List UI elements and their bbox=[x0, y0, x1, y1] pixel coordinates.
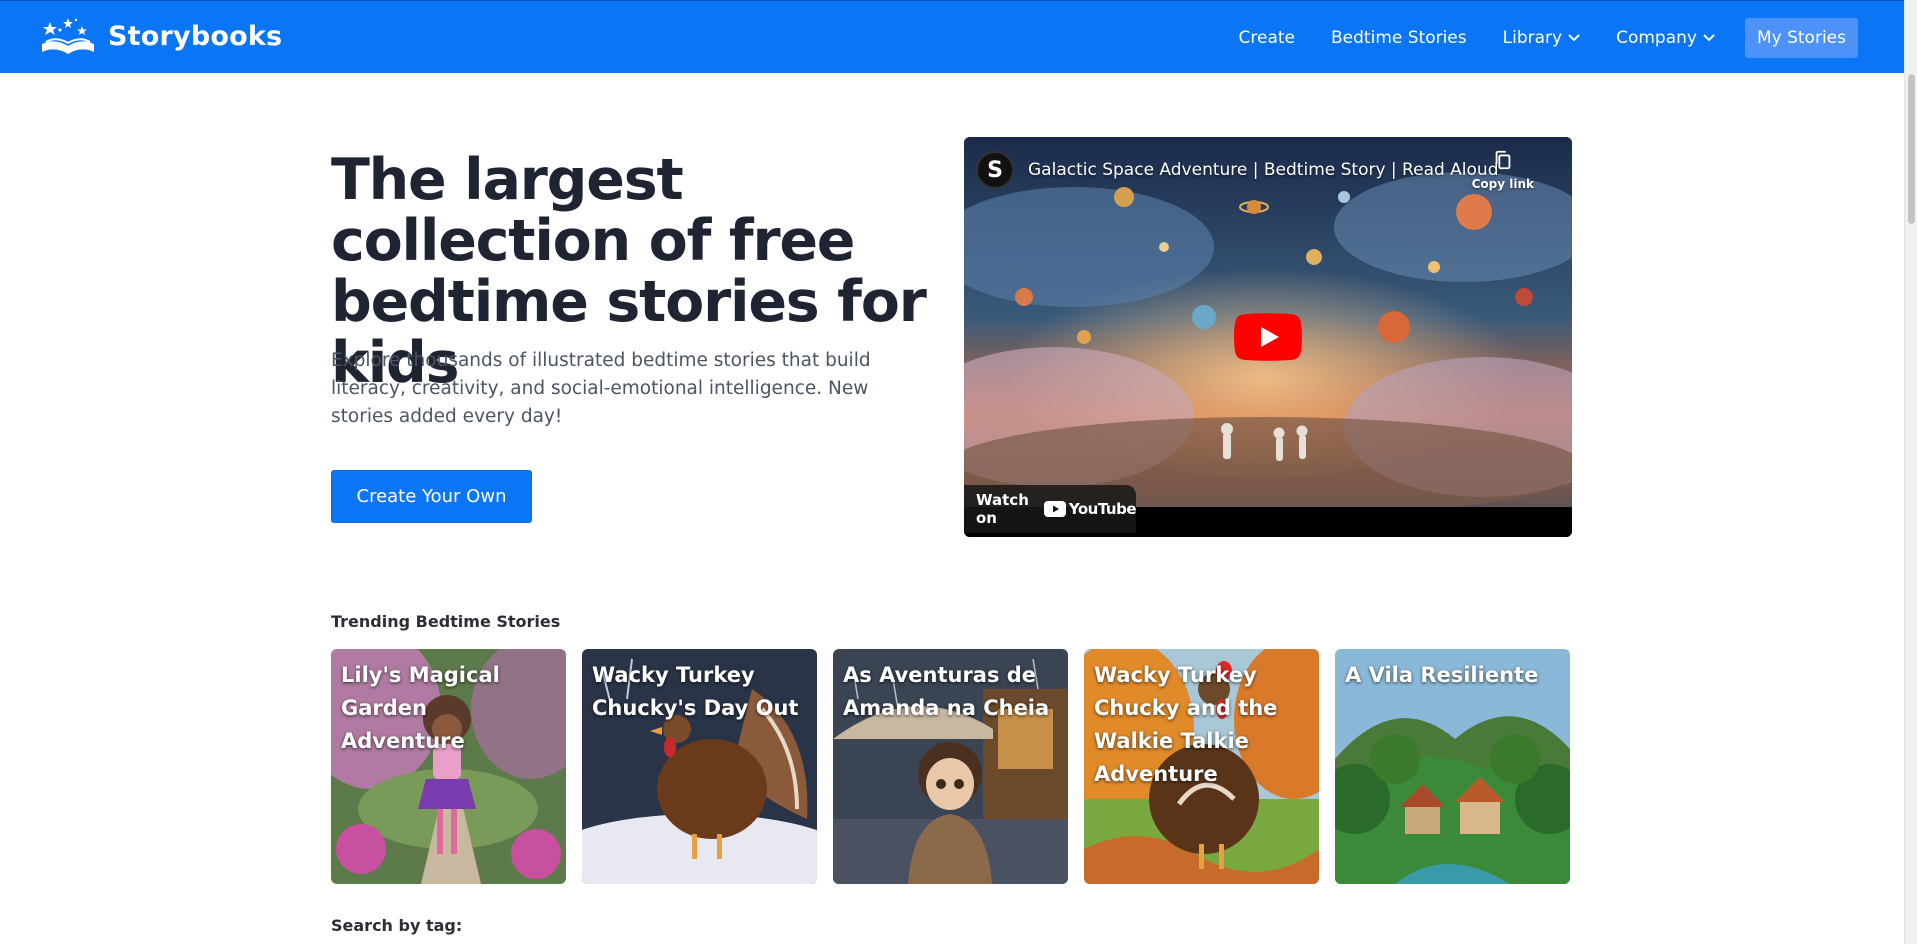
brand-home-link[interactable]: Storybooks bbox=[38, 16, 282, 56]
create-your-own-button[interactable]: Create Your Own bbox=[331, 470, 532, 523]
copy-icon bbox=[1495, 150, 1511, 170]
youtube-play-logo-icon bbox=[1043, 501, 1066, 517]
nav-library-label: Library bbox=[1502, 28, 1563, 48]
scrollbar-thumb[interactable] bbox=[1908, 74, 1915, 224]
youtube-logo: YouTube bbox=[1043, 500, 1137, 518]
nav-company-label: Company bbox=[1616, 28, 1697, 48]
story-title: A Vila Resiliente bbox=[1345, 663, 1539, 687]
watch-on-youtube-link[interactable]: Watch on YouTube bbox=[964, 485, 1137, 533]
trending-heading: Trending Bedtime Stories bbox=[331, 612, 561, 631]
youtube-wordmark: YouTube bbox=[1068, 500, 1137, 518]
video-title[interactable]: Galactic Space Adventure | Bedtime Story… bbox=[1028, 160, 1499, 180]
hero-subtitle: Explore thousands of illustrated bedtime… bbox=[331, 350, 871, 427]
nav-create[interactable]: Create bbox=[1239, 18, 1296, 58]
story-title: Wacky Turkey Chucky and the Walkie Talki… bbox=[1094, 663, 1278, 786]
brand-name: Storybooks bbox=[108, 20, 283, 52]
youtube-video-embed[interactable]: S Galactic Space Adventure | Bedtime Sto… bbox=[964, 137, 1572, 537]
nav-links: Create Bedtime Stories Library Company M… bbox=[1203, 18, 1858, 58]
story-title: Lily's Magical Garden Adventure bbox=[341, 663, 500, 753]
copy-link-button[interactable]: Copy link bbox=[1472, 149, 1534, 191]
story-card[interactable]: Wacky Turkey Chucky and the Walkie Talki… bbox=[1084, 649, 1319, 884]
story-title: Wacky Turkey Chucky's Day Out bbox=[592, 663, 799, 720]
story-card[interactable]: A Vila Resiliente bbox=[1335, 649, 1570, 884]
open-book-stars-logo-icon bbox=[42, 18, 94, 54]
nav-bedtime-stories[interactable]: Bedtime Stories bbox=[1331, 18, 1467, 58]
youtube-play-button-icon[interactable] bbox=[1234, 313, 1302, 361]
nav-create-label: Create bbox=[1238, 28, 1296, 48]
chevron-down-icon bbox=[1703, 34, 1715, 42]
story-card[interactable]: Lily's Magical Garden Adventure bbox=[331, 649, 566, 884]
nav-company-dropdown[interactable]: Company bbox=[1616, 18, 1715, 58]
story-card[interactable]: As Aventuras de Amanda na Cheia bbox=[833, 649, 1068, 884]
my-stories-button[interactable]: My Stories bbox=[1744, 18, 1858, 58]
trending-stories-list: Lily's Magical Garden Adventure Wacky Tu… bbox=[331, 649, 1570, 884]
page-scrollbar[interactable] bbox=[1904, 0, 1917, 944]
watch-on-label: Watch on bbox=[976, 491, 1029, 527]
nav-bedtime-stories-label: Bedtime Stories bbox=[1331, 28, 1467, 48]
story-title: As Aventuras de Amanda na Cheia bbox=[843, 663, 1050, 720]
top-navbar: Storybooks Create Bedtime Stories Librar… bbox=[0, 0, 1904, 73]
channel-avatar[interactable]: S bbox=[976, 151, 1014, 189]
story-card[interactable]: Wacky Turkey Chucky's Day Out bbox=[582, 649, 817, 884]
search-by-tag-heading: Search by tag: bbox=[331, 916, 463, 935]
chevron-down-icon bbox=[1568, 34, 1580, 42]
nav-library-dropdown[interactable]: Library bbox=[1503, 18, 1580, 58]
copy-link-label: Copy link bbox=[1471, 177, 1534, 191]
video-header: S Galactic Space Adventure | Bedtime Sto… bbox=[976, 151, 1499, 189]
